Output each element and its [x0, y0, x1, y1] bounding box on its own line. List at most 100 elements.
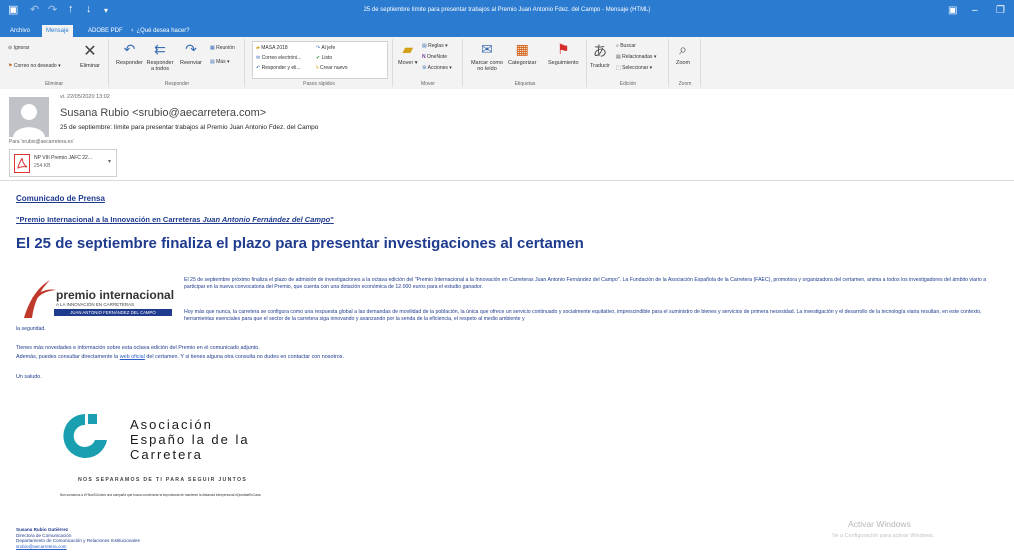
web-info-text: Además, puedes consultar directamente la… — [16, 354, 344, 360]
pdf-icon — [14, 154, 30, 173]
headline: El 25 de septiembre finaliza el plazo pa… — [16, 235, 584, 252]
actions-button[interactable]: ⚙ Acciones ▾ — [422, 65, 452, 71]
group-label-zoom: Zoom — [678, 81, 692, 87]
lightbulb-icon: ♀ — [130, 28, 135, 34]
signature-email-link[interactable]: srubio@aecarretera.com — [16, 544, 140, 550]
premio-logo-line1: premio internacional — [56, 288, 175, 302]
quick-step-email[interactable]: ✉ Correo electróni... — [256, 55, 301, 61]
delete-button[interactable]: ✕ Eliminar — [80, 41, 100, 69]
forward-boss-icon: ↷ — [316, 45, 321, 51]
tab-archivo[interactable]: Archivo — [6, 25, 34, 37]
web-suffix: del certamen. Y si tienes alguna otra co… — [144, 354, 344, 360]
quick-step-new[interactable]: ϟ Crear nuevo — [316, 65, 348, 71]
group-label-responder: Responder — [164, 81, 190, 87]
rules-icon: ▤ — [422, 43, 427, 49]
zoom-button[interactable]: ⌕ Zoom — [676, 41, 690, 66]
attachment-name: NP VIII Premio JAFC 22... — [34, 155, 92, 161]
ribbon-options-icon[interactable]: ▣ — [948, 5, 957, 16]
find-label: Buscar — [620, 43, 636, 49]
sender[interactable]: Susana Rubio <srubio@aecarretera.com> — [60, 107, 266, 119]
rules-label: Reglas — [428, 43, 444, 49]
reply-button[interactable]: ↶ Responder — [116, 41, 143, 66]
prize-title: "Premio Internacional a la Innovación en… — [16, 215, 334, 224]
quick-step-reply-delete[interactable]: ↶ Responder y eli... — [256, 65, 301, 71]
related-icon: ▤ — [616, 54, 621, 60]
categorize-button[interactable]: ▦ Categorizar — [508, 41, 536, 66]
tell-me-label: ¿Qué desea hacer? — [136, 28, 190, 34]
group-label-mover: Mover — [421, 81, 435, 87]
press-release-label: Comunicado de Prensa — [16, 194, 105, 203]
reply-delete-icon: ↶ — [256, 65, 261, 71]
official-web-link[interactable]: web oficial — [120, 354, 145, 360]
mail-icon: ✉ — [256, 55, 261, 61]
reply-all-icon: ⇇ — [154, 41, 166, 57]
more-icon: ▤ — [210, 59, 215, 65]
slogan: NOS SEPARAMOS DE TI PARA SEGUIR JUNTOS — [78, 477, 248, 483]
translate-button[interactable]: あ Traducir — [590, 41, 610, 69]
person-icon — [13, 104, 45, 137]
reply-all-button[interactable]: ⇇ Responder a todos — [146, 41, 174, 72]
related-button[interactable]: ▤ Relacionadas ▾ — [616, 54, 656, 60]
meeting-button[interactable]: ▦ Reunión — [210, 45, 235, 51]
magnifier-icon: ⌕ — [679, 41, 687, 57]
attachment[interactable]: NP VIII Premio JAFC 22... 254 KB ▾ — [9, 149, 117, 177]
message-subject: 25 de septiembre: límite para presentar … — [60, 124, 319, 131]
premio-logo: premio internacional A LA INNOVACIÓN EN … — [18, 276, 174, 320]
restore-icon[interactable]: ❐ — [996, 5, 1005, 16]
move-button[interactable]: ▰ Mover ▾ — [398, 41, 418, 66]
prize-suffix: " — [330, 215, 334, 224]
avatar — [9, 97, 49, 137]
quick-step-label: Responder y eli... — [261, 65, 301, 71]
quick-step-done[interactable]: ✔ Listo — [316, 55, 332, 61]
onenote-button[interactable]: N OneNote — [422, 54, 447, 60]
rules-button[interactable]: ▤ Reglas ▾ — [422, 43, 448, 49]
junk-label: Correo no deseado — [13, 63, 57, 69]
forward-button[interactable]: ↷ Reenviar — [180, 41, 202, 66]
attachment-size: 254 KB — [34, 163, 51, 169]
group-quick-steps: ▰ MASA 2018 ✉ Correo electróni... ↶ Resp… — [246, 39, 393, 87]
tab-mensaje[interactable]: Mensaje — [42, 25, 73, 37]
minimize-icon[interactable]: – — [972, 5, 978, 16]
more-respond-button[interactable]: ▤ Más ▾ — [210, 59, 229, 65]
envelope-icon: ✉ — [481, 41, 493, 57]
move-folder-icon: ▰ — [402, 41, 414, 57]
body-paragraph-2-end: la seguridad. — [16, 326, 46, 332]
find-button[interactable]: ⌕ Buscar — [616, 43, 636, 49]
reply-all-label: Responder a todos — [146, 60, 174, 72]
folder-icon: ▰ — [256, 45, 260, 51]
reply-label: Responder — [116, 60, 143, 66]
onenote-label: OneNote — [427, 54, 448, 60]
check-icon: ✔ — [316, 55, 321, 61]
delete-icon: ✕ — [83, 43, 97, 60]
move-label: Mover — [398, 60, 414, 66]
quick-step-boss[interactable]: ↷ Al jefe — [316, 45, 335, 51]
activation-watermark-text: Ve a Configuración para activar Windows. — [832, 533, 935, 539]
group-label-eliminar: Eliminar — [44, 81, 64, 87]
quick-step-masa[interactable]: ▰ MASA 2018 — [256, 45, 288, 51]
group-label-edicion: Edición — [619, 81, 637, 87]
junk-button[interactable]: ⚑ Correo no deseado ▾ — [8, 63, 61, 69]
delete-label: Eliminar — [80, 63, 100, 69]
group-responder: ↶ Responder ⇇ Responder a todos ↷ Reenvi… — [110, 39, 245, 87]
mark-unread-button[interactable]: ✉ Marcar como no leído — [470, 41, 504, 72]
message-header — [0, 89, 1014, 179]
junk-icon: ⚑ — [8, 63, 13, 69]
follow-up-label: Seguimiento — [548, 60, 579, 66]
window-title: 25 de septiembre límite para presentar t… — [363, 7, 651, 13]
find-icon: ⌕ — [616, 43, 619, 49]
signature-department: Departamento de Comunicación y Relacione… — [16, 538, 140, 543]
quick-step-label: Listo — [321, 55, 333, 61]
recipient: Para 'srubio@aecarretera.es' — [9, 139, 74, 145]
tab-adobe-pdf[interactable]: ADOBE PDF — [84, 25, 127, 37]
aec-name-line3: Carretera — [130, 447, 203, 462]
group-etiquetas: ✉ Marcar como no leído ▦ Categorizar ⚑ S… — [464, 39, 587, 87]
premio-logo-line2: A LA INNOVACIÓN EN CARRETERAS — [56, 302, 135, 307]
forward-label: Reenviar — [180, 60, 203, 66]
follow-up-button[interactable]: ⚑ Seguimiento — [548, 41, 579, 66]
ignore-button[interactable]: ⊘ Ignorar — [8, 45, 29, 51]
attachment-dropdown-icon[interactable]: ▾ — [108, 158, 111, 165]
select-button[interactable]: ⬚ Seleccionar ▾ — [616, 65, 652, 71]
prize-prefix: "Premio Internacional a la Innovación en… — [16, 215, 203, 224]
ribbon-tabs: Archivo Mensaje ADOBE PDF ♀ ¿Qué desea ha… — [0, 24, 1014, 37]
tell-me-search[interactable]: ♀ ¿Qué desea hacer? — [126, 25, 194, 37]
